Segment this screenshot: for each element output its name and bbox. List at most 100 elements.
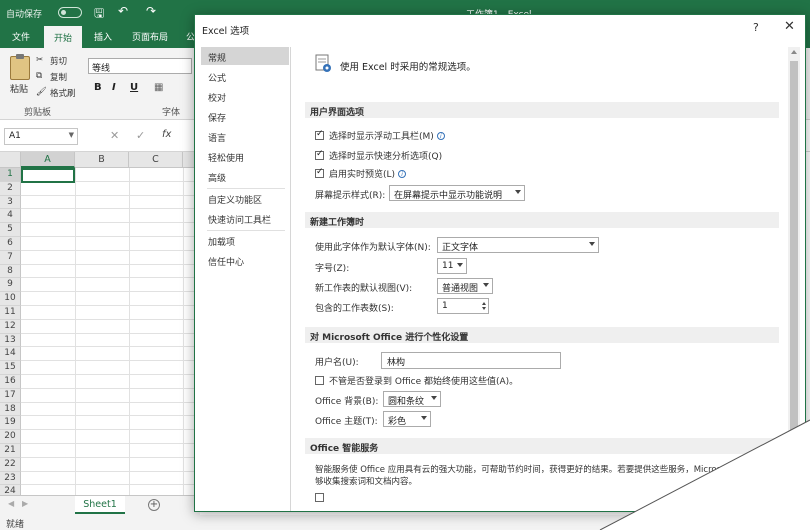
- autosave-toggle[interactable]: [58, 7, 82, 18]
- row-header[interactable]: 14: [0, 347, 21, 362]
- row-header[interactable]: 11: [0, 306, 21, 320]
- options-nav: 常规 公式 校对 保存 语言 轻松使用 高级 自定义功能区 快速访问工具栏 加载…: [201, 47, 291, 511]
- paste-button[interactable]: 粘贴: [10, 82, 28, 95]
- underline-button[interactable]: U: [130, 82, 138, 93]
- row-header[interactable]: 23: [0, 471, 21, 486]
- cut-icon[interactable]: ✂: [36, 55, 43, 65]
- tab-file[interactable]: 文件: [12, 30, 30, 43]
- quick-analysis-label: 选择时显示快速分析选项(Q): [329, 152, 443, 162]
- row-header[interactable]: 22: [0, 457, 21, 472]
- default-view-dropdown[interactable]: 普通视图: [437, 278, 493, 294]
- nav-language[interactable]: 语言: [201, 127, 289, 145]
- column-header[interactable]: A: [21, 152, 75, 168]
- sheet-count-stepper[interactable]: 1: [437, 298, 489, 314]
- nav-ease-of-access[interactable]: 轻松使用: [201, 147, 289, 165]
- copy-button[interactable]: 复制: [50, 71, 67, 83]
- username-input[interactable]: 林构: [381, 352, 561, 369]
- screentip-dropdown[interactable]: 在屏幕提示中显示功能说明: [389, 185, 525, 201]
- font-size-dropdown[interactable]: 11: [437, 258, 467, 274]
- spin-down-icon[interactable]: [482, 307, 486, 310]
- default-font-dropdown[interactable]: 正文字体: [437, 237, 599, 253]
- nav-general[interactable]: 常规: [201, 47, 289, 65]
- tab-insert[interactable]: 插入: [94, 30, 112, 43]
- info-icon: i: [398, 170, 407, 178]
- row-header[interactable]: 1: [0, 168, 21, 182]
- insert-function-icon[interactable]: fx: [162, 129, 171, 140]
- row-header[interactable]: 12: [0, 319, 21, 334]
- office-background-dropdown[interactable]: 圆和条纹: [383, 391, 441, 407]
- bold-button[interactable]: B: [94, 82, 102, 93]
- row-header[interactable]: 24: [0, 485, 21, 495]
- nav-quick-access-toolbar[interactable]: 快速访问工具栏: [201, 209, 289, 227]
- row-header[interactable]: 19: [0, 416, 21, 431]
- row-header[interactable]: 20: [0, 430, 21, 444]
- format-painter-icon[interactable]: 🖌: [36, 87, 47, 97]
- options-scrollbar[interactable]: [788, 47, 800, 511]
- row-header[interactable]: 9: [0, 278, 21, 293]
- live-preview-checkbox[interactable]: [315, 167, 324, 178]
- scroll-up-icon[interactable]: [791, 50, 797, 54]
- office-background-label: Office 背景(B):: [315, 397, 379, 407]
- next-sheet-icon[interactable]: ▶: [22, 499, 28, 508]
- worksheet-grid[interactable]: A B C 1 2 3 4 5 6 7 8 9 10 11 12 13 14 15 16 17 18 19 20 21 2…: [0, 152, 200, 495]
- row-header[interactable]: 15: [0, 361, 21, 375]
- format-painter-button[interactable]: 格式刷: [50, 87, 76, 99]
- prev-sheet-icon[interactable]: ◀: [8, 499, 14, 508]
- close-button[interactable]: ✕: [784, 19, 795, 34]
- scroll-thumb[interactable]: [790, 61, 798, 447]
- tab-page-layout[interactable]: 页面布局: [132, 30, 168, 43]
- nav-proofing[interactable]: 校对: [201, 87, 289, 105]
- quick-analysis-checkbox[interactable]: [315, 149, 324, 160]
- row-header[interactable]: 6: [0, 237, 21, 251]
- row-header[interactable]: 18: [0, 402, 21, 417]
- mini-toolbar-checkbox[interactable]: [315, 129, 324, 140]
- row-header[interactable]: 13: [0, 333, 21, 348]
- name-box[interactable]: A1 ▼: [4, 128, 78, 145]
- undo-icon[interactable]: ↶: [118, 4, 128, 18]
- spin-up-icon[interactable]: [482, 302, 486, 305]
- add-sheet-button[interactable]: +: [148, 499, 160, 511]
- row-header[interactable]: 5: [0, 223, 21, 237]
- font-name-box[interactable]: 等线: [88, 58, 192, 74]
- row-header[interactable]: 17: [0, 388, 21, 403]
- tab-home[interactable]: 开始: [44, 26, 83, 48]
- nav-advanced[interactable]: 高级: [201, 167, 289, 185]
- row-header[interactable]: 7: [0, 250, 21, 265]
- row-header[interactable]: 21: [0, 444, 21, 458]
- row-header[interactable]: 3: [0, 195, 21, 210]
- always-use-checkbox[interactable]: [315, 376, 324, 385]
- cut-button[interactable]: 剪切: [50, 55, 67, 67]
- italic-button[interactable]: I: [112, 82, 116, 93]
- nav-customize-ribbon[interactable]: 自定义功能区: [201, 189, 289, 207]
- row-header[interactable]: 2: [0, 181, 21, 196]
- redo-icon[interactable]: ↷: [146, 4, 156, 18]
- cancel-icon[interactable]: ✕: [110, 129, 119, 142]
- sheet-tab[interactable]: Sheet1: [75, 496, 125, 514]
- row-header[interactable]: 8: [0, 264, 21, 279]
- row-header[interactable]: 4: [0, 209, 21, 224]
- select-all-corner[interactable]: [0, 152, 21, 168]
- column-header[interactable]: B: [75, 152, 129, 168]
- row-header[interactable]: 16: [0, 375, 21, 389]
- nav-add-ins[interactable]: 加载项: [201, 231, 289, 249]
- nav-save[interactable]: 保存: [201, 107, 289, 125]
- row-header[interactable]: 10: [0, 292, 21, 306]
- info-icon: i: [436, 132, 445, 140]
- chevron-down-icon: [515, 190, 521, 194]
- enter-icon[interactable]: ✓: [136, 129, 145, 142]
- active-cell[interactable]: [21, 168, 75, 183]
- column-header[interactable]: C: [129, 152, 183, 168]
- help-button[interactable]: ?: [753, 21, 759, 34]
- paste-icon[interactable]: [10, 54, 30, 80]
- save-icon[interactable]: 🖫: [94, 4, 104, 25]
- enable-services-checkbox[interactable]: [315, 493, 324, 502]
- border-icon[interactable]: ▦: [154, 82, 163, 93]
- office-theme-dropdown[interactable]: 彩色: [383, 411, 431, 427]
- gridline: [21, 443, 200, 444]
- nav-formulas[interactable]: 公式: [201, 67, 289, 85]
- dialog-title-bar: Excel 选项 ? ✕: [195, 15, 805, 43]
- default-view-value: 普通视图: [442, 284, 479, 294]
- nav-trust-center[interactable]: 信任中心: [201, 251, 289, 269]
- chevron-down-icon: ▼: [68, 131, 74, 139]
- copy-icon[interactable]: ⧉: [36, 71, 42, 81]
